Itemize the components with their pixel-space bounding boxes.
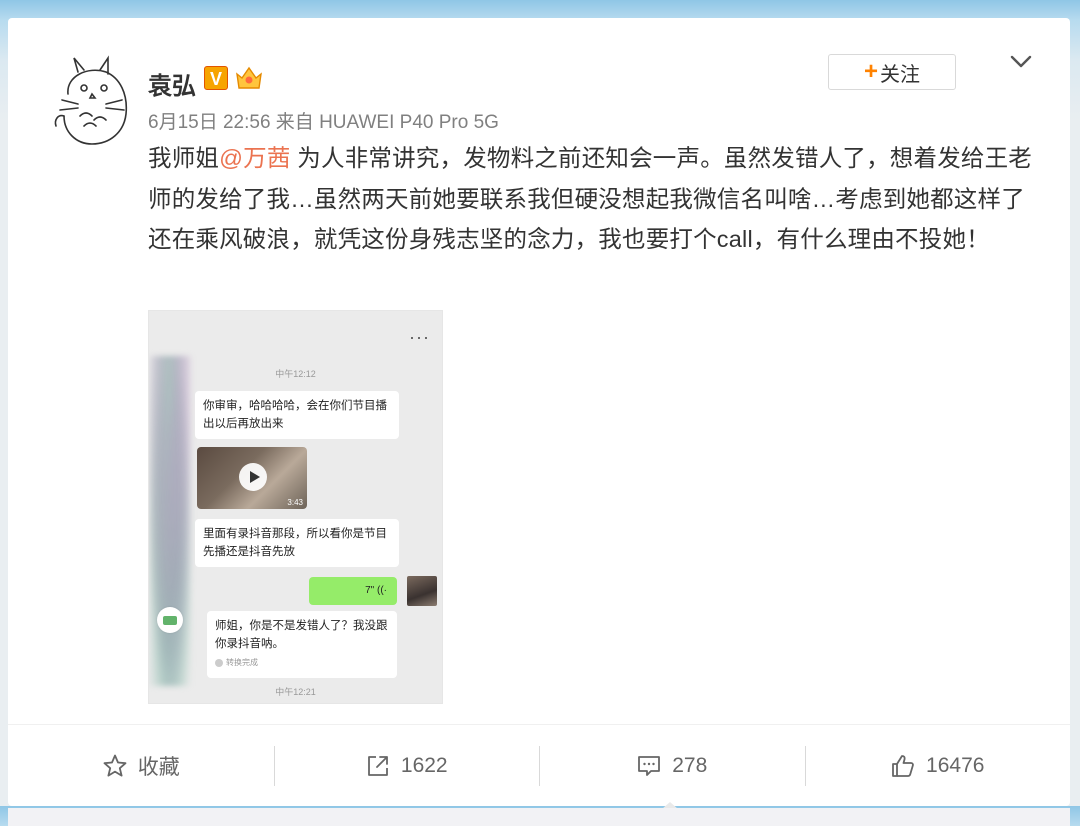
chat-bubble-3: 师姐，你是不是发错人了？我没跟你录抖音呐。 转换完成 (207, 611, 397, 678)
chat-bubble-3-text: 师姐，你是不是发错人了？我没跟你录抖音呐。 (215, 620, 388, 650)
blurred-avatars (149, 356, 191, 686)
repost-count: 1622 (400, 754, 448, 777)
comment-panel-edge (8, 808, 1070, 826)
chat-bubble-1: 你审审，哈哈哈哈，会在你们节目播出以后再放出来 (195, 391, 399, 439)
post-text: 我师姐@万茜 为人非常讲究，发物料之前还知会一声。虽然发错人了，想着发给王老师的… (148, 138, 1038, 260)
like-count: 16476 (926, 754, 985, 777)
chat-screenshot-image[interactable]: ··· 中午12:12 你审审，哈哈哈哈，会在你们节目播出以后再放出来 3:43… (148, 310, 443, 704)
username[interactable]: 袁弘 (148, 66, 196, 101)
post-text-start: 我师姐 (148, 145, 220, 171)
mention-link[interactable]: @万茜 (219, 145, 290, 171)
post-meta: 6月15日 22:56 来自 HUAWEI P40 Pro 5G (148, 112, 499, 133)
video-thumbnail: 3:43 (197, 447, 307, 509)
chat-app-icon (157, 607, 183, 633)
comment-button[interactable]: 278 (539, 746, 805, 786)
follow-button[interactable]: + 关注 (828, 54, 956, 90)
favorite-button[interactable]: 收藏 (8, 746, 274, 786)
comment-count: 278 (672, 754, 708, 777)
check-icon (215, 659, 223, 667)
transcribed-note: 转换完成 (215, 654, 389, 672)
play-icon (239, 463, 267, 491)
weibo-post-card: 袁弘 V + 关注 6月15日 22:56 来自 HUAWEI P40 Pro … (8, 18, 1070, 826)
like-button[interactable]: 16476 (804, 746, 1071, 786)
totoro-avatar-icon (54, 55, 128, 145)
transcribed-label: 转换完成 (226, 658, 258, 667)
chevron-down-icon[interactable] (1008, 52, 1034, 72)
plus-icon: + (863, 58, 878, 85)
comment-icon (638, 756, 661, 776)
star-icon (103, 754, 127, 777)
voice-message: 7" ((· (309, 577, 397, 605)
favorite-label: 收藏 (137, 756, 180, 779)
repost-button[interactable]: 1622 (273, 746, 540, 786)
timestamp-bottom: 中午12:21 (275, 687, 316, 697)
timestamp-top: 中午12:12 (275, 369, 316, 379)
crown-badge-icon (236, 66, 262, 89)
chat-bubble-2: 里面有录抖音那段，所以看你是节目先播还是抖音先放 (195, 519, 399, 567)
follow-button-label: 关注 (880, 63, 920, 86)
sender-avatar (407, 576, 437, 606)
share-icon (367, 756, 388, 776)
video-duration: 3:43 (287, 498, 303, 507)
avatar[interactable] (48, 54, 136, 162)
more-icon: ··· (409, 327, 430, 347)
action-bar: 收藏 1622 278 16476 (8, 724, 1070, 807)
verified-badge-icon: V (204, 66, 228, 90)
thumbs-up-icon (892, 755, 914, 777)
